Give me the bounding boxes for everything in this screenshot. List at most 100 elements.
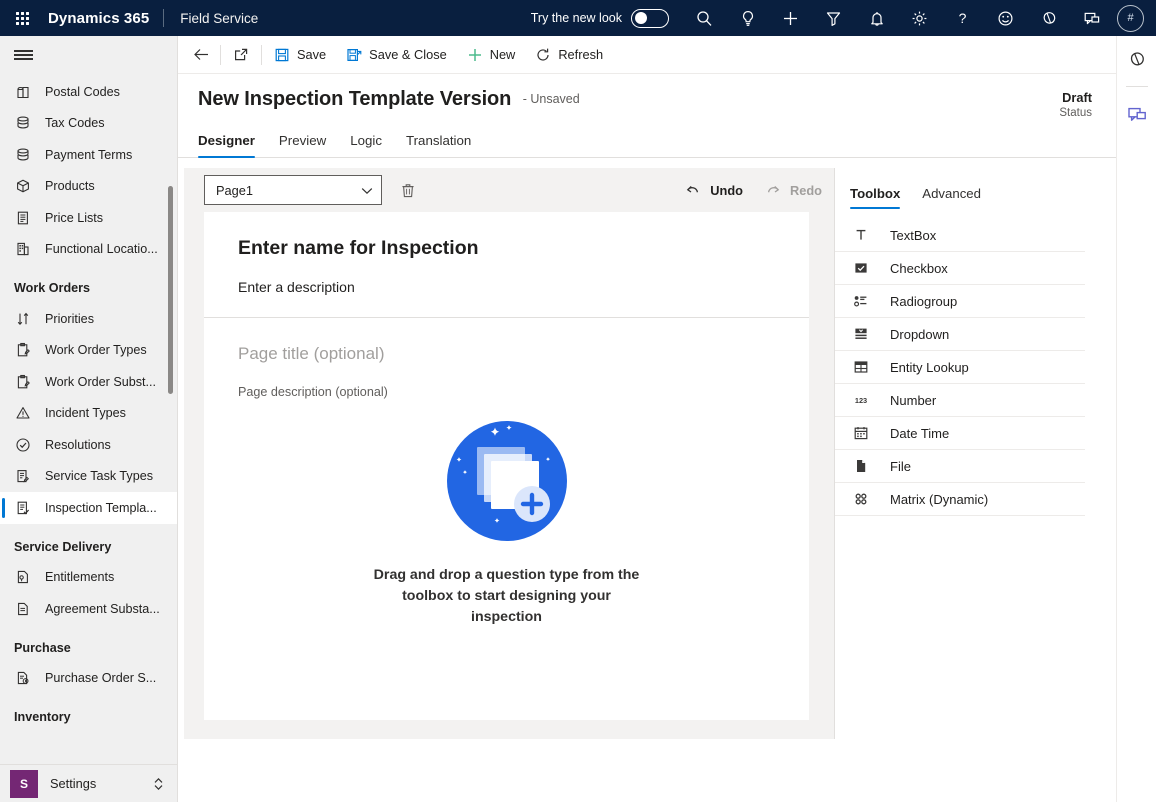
toolbox-item-dropdown[interactable]: Dropdown <box>835 318 1085 351</box>
sidebar-group-work-orders: Work Orders <box>14 281 91 295</box>
sidebar-item-work-order-types[interactable]: Work Order Types <box>0 335 177 367</box>
tab-logic[interactable]: Logic <box>350 133 382 157</box>
sidebar-item-products[interactable]: Products <box>0 171 177 203</box>
settings-area-switcher[interactable]: S Settings <box>0 764 177 802</box>
svg-text:123: 123 <box>855 396 867 405</box>
plus-icon[interactable] <box>769 0 812 36</box>
sidebar-item-label: Entitlements <box>45 570 115 585</box>
sidebar-item-label: Work Order Types <box>45 343 147 358</box>
sidebar-item-entitlements[interactable]: Entitlements <box>0 562 177 594</box>
toolbox-item-matrix-dynamic[interactable]: Matrix (Dynamic) <box>835 483 1085 516</box>
app-launcher-icon[interactable] <box>0 0 44 36</box>
smiley-icon[interactable] <box>984 0 1027 36</box>
try-new-look-toggle[interactable] <box>631 8 669 28</box>
sidebar-scrollbar[interactable] <box>168 186 173 394</box>
warning-icon <box>14 404 32 422</box>
status-block: Draft Status <box>1059 88 1092 119</box>
building-icon <box>14 240 32 258</box>
undo-button[interactable]: Undo <box>685 182 743 198</box>
sidebar-item-label: Purchase Order S... <box>45 671 157 686</box>
redo-button[interactable]: Redo <box>765 182 822 198</box>
sidebar-item-resolutions[interactable]: Resolutions <box>0 429 177 461</box>
sort-icon <box>14 310 32 328</box>
tab-preview[interactable]: Preview <box>279 133 326 157</box>
rail-divider <box>1125 86 1148 87</box>
help-icon[interactable]: ? <box>941 0 984 36</box>
command-bar-divider <box>261 44 262 65</box>
save-button[interactable]: Save <box>264 36 336 74</box>
toolbox-item-checkbox[interactable]: Checkbox <box>835 252 1085 285</box>
sidebar-item-label: Payment Terms <box>45 147 133 162</box>
sidebar-item-work-order-substatus[interactable]: Work Order Subst... <box>0 366 177 398</box>
new-button[interactable]: New <box>457 36 526 74</box>
undo-redo-group: Undo Redo <box>685 182 822 198</box>
page-description-input[interactable]: Page description (optional) <box>238 385 775 399</box>
undo-label: Undo <box>710 182 743 198</box>
toolbox-item-entity-lookup[interactable]: Entity Lookup <box>835 351 1085 384</box>
toolbox-item-number[interactable]: 123 Number <box>835 384 1085 417</box>
record-header: New Inspection Template Version - Unsave… <box>178 74 1116 119</box>
sidebar-item-inspection-templates[interactable]: Inspection Templa... <box>0 492 177 524</box>
inspection-description-input[interactable]: Enter a description <box>238 279 775 295</box>
toolbox-item-file[interactable]: File <box>835 450 1085 483</box>
sidebar-item-purchase-order-substatus[interactable]: Purchase Order S... <box>0 663 177 695</box>
refresh-icon <box>537 48 549 61</box>
sidebar-item-incident-types[interactable]: Incident Types <box>0 398 177 430</box>
app-name-label: Field Service <box>180 10 259 26</box>
refresh-button[interactable]: Refresh <box>525 36 613 74</box>
brand-title: Dynamics 365 <box>48 9 150 27</box>
tab-advanced[interactable]: Advanced <box>922 186 981 209</box>
chevron-up-down-icon[interactable] <box>153 776 164 792</box>
open-in-new-window-icon[interactable] <box>223 36 259 74</box>
sidebar-group-service-delivery: Service Delivery <box>14 539 112 554</box>
toolbox-item-label: TextBox <box>890 227 937 243</box>
sidebar-item-postal-codes[interactable]: Postal Codes <box>0 76 177 108</box>
postal-code-icon <box>14 83 32 101</box>
filter-icon[interactable] <box>812 0 855 36</box>
gear-icon[interactable] <box>898 0 941 36</box>
copilot-icon[interactable] <box>1117 36 1156 82</box>
feedback-icon[interactable] <box>1070 0 1113 36</box>
refresh-label: Refresh <box>558 47 604 62</box>
sidebar-item-priorities[interactable]: Priorities <box>0 303 177 335</box>
toolbox-item-label: File <box>890 458 911 474</box>
textbox-icon <box>852 226 870 244</box>
try-new-look-toggle-group[interactable]: Try the new look <box>530 8 669 28</box>
lightbulb-icon[interactable] <box>726 0 769 36</box>
sidebar-item-payment-terms[interactable]: Payment Terms <box>0 139 177 171</box>
toolbox-item-list: TextBox Checkbox Radiogroup Dropdown Ent… <box>835 209 1085 516</box>
toolbox-item-radiogroup[interactable]: Radiogroup <box>835 285 1085 318</box>
sidebar-item-agreement-substatus[interactable]: Agreement Substa... <box>0 593 177 625</box>
back-arrow-icon[interactable] <box>184 36 218 74</box>
copilot-icon[interactable] <box>1027 0 1070 36</box>
search-icon[interactable] <box>683 0 726 36</box>
save-label: Save <box>297 47 327 62</box>
page-title-input[interactable]: Page title (optional) <box>238 344 775 364</box>
page-select[interactable]: Page1 <box>204 175 382 205</box>
toolbox-item-date-time[interactable]: Date Time <box>835 417 1085 450</box>
toolbox-item-textbox[interactable]: TextBox <box>835 219 1085 252</box>
inspection-name-input[interactable]: Enter name for Inspection <box>238 237 775 260</box>
designer-canvas-column: Page1 Undo Redo Enter name for Inspectio… <box>184 168 834 739</box>
hamburger-menu-icon[interactable] <box>0 36 46 74</box>
tab-translation[interactable]: Translation <box>406 133 471 157</box>
sidebar-item-functional-locations[interactable]: Functional Locatio... <box>0 234 177 266</box>
trash-icon <box>402 183 414 197</box>
page-title: New Inspection Template Version <box>198 88 512 110</box>
clipboard-icon <box>14 373 32 391</box>
sidebar-item-tax-codes[interactable]: Tax Codes <box>0 108 177 140</box>
tab-designer[interactable]: Designer <box>198 133 255 158</box>
right-rail <box>1116 36 1156 802</box>
avatar[interactable]: # <box>1117 4 1144 32</box>
sidebar-item-service-task-types[interactable]: Service Task Types <box>0 461 177 493</box>
save-and-close-button[interactable]: Save & Close <box>336 36 457 74</box>
bell-icon[interactable] <box>855 0 898 36</box>
try-new-look-label: Try the new look <box>530 11 622 25</box>
delete-page-button[interactable] <box>393 175 423 205</box>
feedback-icon[interactable] <box>1117 91 1156 137</box>
tab-toolbox[interactable]: Toolbox <box>850 186 901 209</box>
stack-icon <box>14 146 32 164</box>
sidebar-item-label: Service Task Types <box>45 469 154 484</box>
dropdown-icon <box>852 325 870 343</box>
sidebar-item-price-lists[interactable]: Price Lists <box>0 202 177 234</box>
